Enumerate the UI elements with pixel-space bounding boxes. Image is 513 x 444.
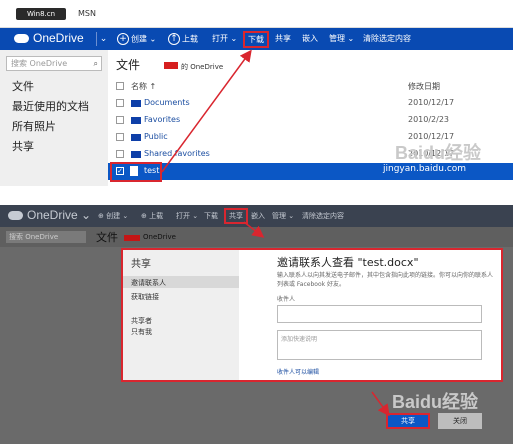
annotation-arrows <box>161 49 390 417</box>
arrow-to-share-button <box>371 391 390 417</box>
arrow-to-dialog <box>243 221 265 238</box>
arrow-to-download <box>161 49 252 173</box>
